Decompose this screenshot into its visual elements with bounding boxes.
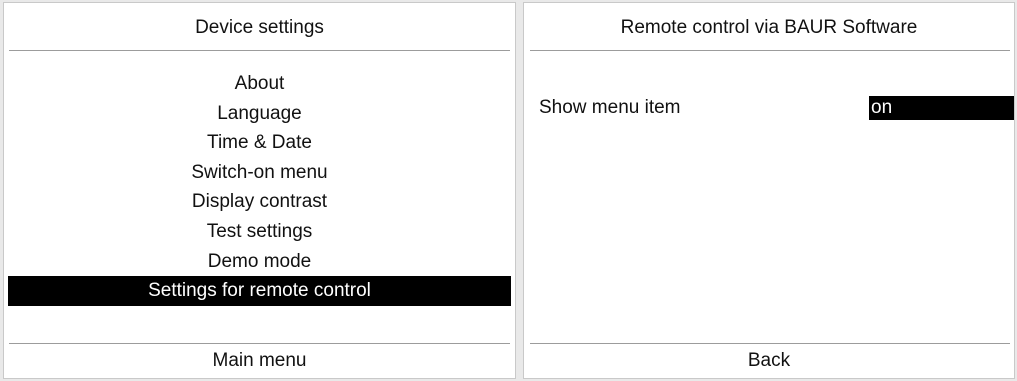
show-menu-item-value[interactable]: on	[869, 96, 1014, 120]
show-menu-item-label: Show menu item	[539, 97, 681, 118]
device-settings-menu: About Language Time & Date Switch-on men…	[4, 69, 515, 306]
header-divider	[530, 50, 1010, 51]
footer-divider	[9, 343, 510, 344]
menu-item-demo-mode[interactable]: Demo mode	[4, 247, 515, 277]
menu-item-about[interactable]: About	[4, 69, 515, 99]
menu-item-switch-on-menu[interactable]: Switch-on menu	[4, 158, 515, 188]
header-divider	[9, 50, 510, 51]
device-screens: Device settings About Language Time & Da…	[0, 0, 1017, 381]
remote-control-screen: Remote control via BAUR Software Show me…	[523, 2, 1015, 379]
device-settings-screen: Device settings About Language Time & Da…	[3, 2, 516, 379]
menu-item-remote-control-settings[interactable]: Settings for remote control	[8, 276, 511, 306]
show-menu-item-setting: Show menu item on	[539, 96, 1014, 120]
device-settings-title: Device settings	[195, 17, 324, 38]
menu-item-language[interactable]: Language	[4, 99, 515, 129]
menu-item-time-date[interactable]: Time & Date	[4, 128, 515, 158]
remote-control-title: Remote control via BAUR Software	[620, 17, 918, 38]
main-menu-button[interactable]: Main menu	[4, 350, 515, 372]
footer-divider	[530, 343, 1010, 344]
back-button[interactable]: Back	[524, 350, 1014, 372]
menu-item-display-contrast[interactable]: Display contrast	[4, 187, 515, 217]
menu-item-test-settings[interactable]: Test settings	[4, 217, 515, 247]
